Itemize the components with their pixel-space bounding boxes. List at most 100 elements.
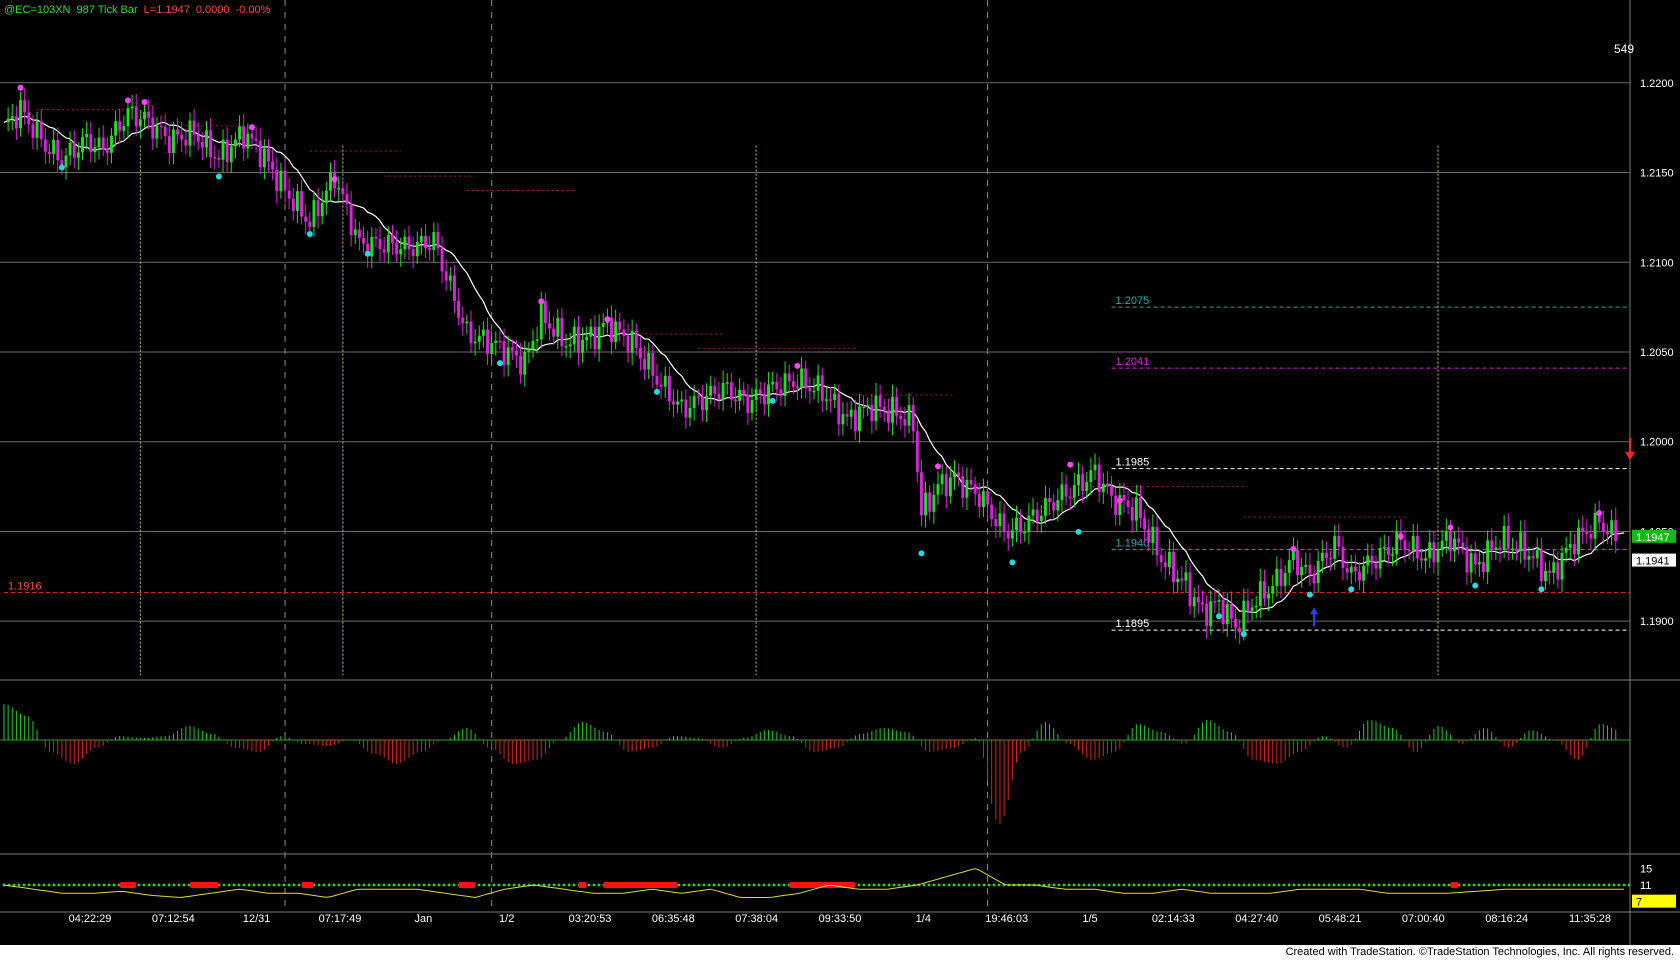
indicator-dot xyxy=(502,883,506,887)
price-bar xyxy=(1395,531,1399,555)
price-bar xyxy=(969,479,973,485)
indicator-dot xyxy=(1342,883,1346,887)
price-bar xyxy=(419,235,423,242)
indicator-dot xyxy=(1082,883,1086,887)
indicator-dot xyxy=(1237,883,1241,887)
price-bar xyxy=(1006,532,1010,539)
indicator-dot xyxy=(1087,883,1091,887)
price-bar xyxy=(246,133,250,149)
price-bar xyxy=(457,300,461,318)
price-level-label: 1.2075 xyxy=(1116,295,1150,307)
price-bar xyxy=(618,321,622,330)
indicator-dot xyxy=(107,883,111,887)
price-bar xyxy=(568,344,572,347)
indicator-dot xyxy=(1472,883,1476,887)
indicator-dot xyxy=(1052,883,1056,887)
indicator-dot xyxy=(742,883,746,887)
price-bar xyxy=(1572,543,1576,555)
x-tick-label: 07:00:40 xyxy=(1402,913,1445,925)
price-bar xyxy=(192,120,196,135)
price-bar xyxy=(163,126,167,137)
indicator-dot xyxy=(687,883,691,887)
price-bar xyxy=(862,406,866,408)
indicator-dot xyxy=(1382,883,1386,887)
pivot-high-marker xyxy=(331,176,338,183)
price-bar xyxy=(709,385,713,396)
indicator-dot xyxy=(972,883,976,887)
indicator-dot xyxy=(362,883,366,887)
indicator-dot xyxy=(1492,883,1496,887)
price-bar xyxy=(1085,482,1089,491)
axes: 1.22001.21501.21001.20501.20001.19501.19… xyxy=(69,78,1676,925)
price-bar xyxy=(543,301,547,324)
indicator-dot xyxy=(327,883,331,887)
indicator-dot xyxy=(167,883,171,887)
indicator-dot xyxy=(1177,883,1181,887)
price-bar xyxy=(713,385,717,394)
indicator-dot xyxy=(1142,883,1146,887)
price-bar xyxy=(692,396,696,409)
indicator-dot xyxy=(22,883,26,887)
price-bar xyxy=(1515,548,1519,552)
price-bar xyxy=(23,100,27,113)
price-bar xyxy=(391,234,394,243)
indicator-dot xyxy=(1542,883,1546,887)
indicator-dot xyxy=(877,883,881,887)
price-bar xyxy=(899,415,903,420)
price-bar xyxy=(473,341,477,344)
price-bar xyxy=(1201,602,1204,605)
price-bar xyxy=(523,351,527,375)
y-tick-label: 1.1900 xyxy=(1640,616,1674,628)
price-bar xyxy=(1031,509,1035,516)
indicator-dot xyxy=(562,883,566,887)
price-bar xyxy=(48,151,51,154)
pivot-high-marker xyxy=(538,298,545,305)
indicator-dot xyxy=(1577,883,1581,887)
price-bar xyxy=(1539,550,1543,582)
x-tick-label: 08:16:24 xyxy=(1485,913,1528,925)
indicator-dot xyxy=(1602,883,1606,887)
price-bar xyxy=(1258,581,1262,606)
price-bar xyxy=(345,193,349,204)
price-bar xyxy=(1250,607,1254,611)
indicator-dot xyxy=(727,883,731,887)
indicator-dot xyxy=(1147,883,1151,887)
price-bar xyxy=(287,190,291,199)
indicator-dot xyxy=(332,883,336,887)
price-bar xyxy=(1382,547,1386,549)
price-bar xyxy=(225,139,229,163)
price-bar xyxy=(89,133,93,153)
price-bar xyxy=(1077,474,1080,486)
price-bar xyxy=(878,395,882,407)
pivot-high-marker xyxy=(141,99,148,106)
price-bar xyxy=(1577,527,1580,555)
price-bar xyxy=(936,484,940,495)
indicator-dot xyxy=(932,883,936,887)
price-bar xyxy=(72,142,76,158)
price-bar xyxy=(531,340,535,350)
price-bar xyxy=(1482,562,1485,572)
indicator-dot xyxy=(1477,883,1481,887)
indicator-dot xyxy=(982,883,986,887)
indicator-dot xyxy=(897,883,901,887)
footer-bar: Created with TradeStation. ©TradeStation… xyxy=(0,945,1680,960)
price-bar xyxy=(944,474,948,497)
moving-average xyxy=(3,115,1625,614)
price-bar xyxy=(758,389,762,394)
indicator-dot xyxy=(347,883,351,887)
indicator-dot xyxy=(1497,883,1501,887)
price-bar xyxy=(948,477,952,497)
indicator-dot xyxy=(147,883,151,887)
indicator-dot xyxy=(1197,883,1201,887)
price-bar xyxy=(1209,601,1213,627)
price-bar xyxy=(283,170,287,191)
price-bar xyxy=(1147,529,1151,543)
price-bar xyxy=(1358,571,1361,581)
price-bar xyxy=(1544,570,1547,582)
price-bar xyxy=(1279,568,1283,586)
indicator-dot xyxy=(1432,883,1436,887)
price-bar xyxy=(1246,600,1250,611)
price-bar xyxy=(1234,618,1237,628)
price-bar xyxy=(31,124,35,138)
price-bar xyxy=(1337,536,1341,547)
